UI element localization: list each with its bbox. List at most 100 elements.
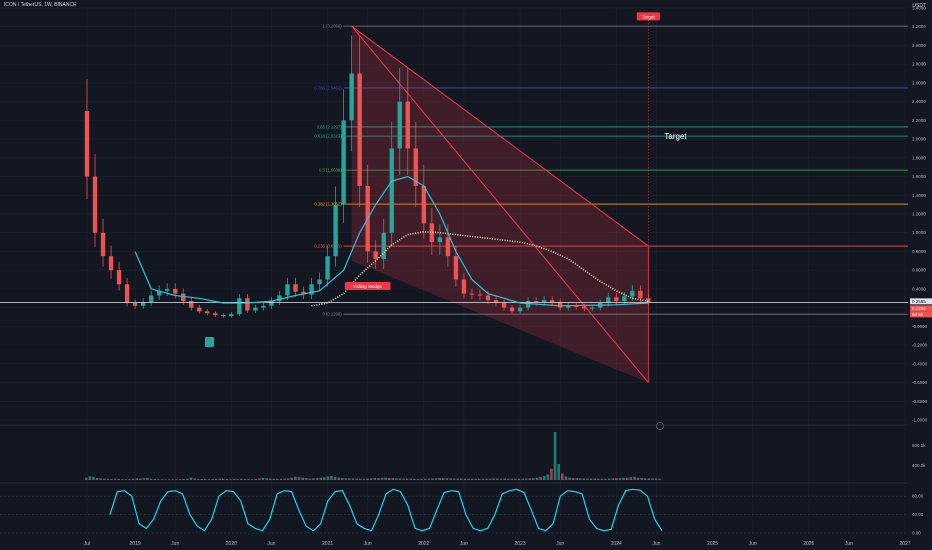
volume-bar <box>651 478 654 480</box>
volume-bar <box>157 479 160 480</box>
candle-body <box>405 101 410 149</box>
volume-bar <box>633 476 636 480</box>
volume-bar <box>283 478 286 480</box>
candle-body <box>461 279 467 294</box>
candle-body <box>92 176 98 233</box>
volume-bar <box>218 478 221 480</box>
fib-label: 0 (0.1298) <box>323 312 343 317</box>
volume-bar <box>532 478 535 480</box>
volume-bar <box>240 478 243 480</box>
volume-bar <box>402 478 405 480</box>
volume-bar <box>510 478 514 480</box>
volume-bar <box>229 479 232 480</box>
volume-bars: 800.0k 400.0k <box>85 432 926 480</box>
candle-body <box>205 311 210 314</box>
time-axis[interactable]: Jul 2019 Jun 2020 Jun 2021 Jun 2022 Jun 2023 Jun 20… <box>84 541 911 547</box>
volume-bar <box>207 479 211 480</box>
candle-body <box>590 307 595 309</box>
price-tick-label: 0.8000 <box>912 249 926 254</box>
volume-bar <box>380 477 384 480</box>
time-tick-label: Jun <box>749 541 757 547</box>
time-tick-label: Jun <box>845 541 853 547</box>
candle-body <box>501 302 507 308</box>
price-tick-label: 1.8000 <box>912 155 926 160</box>
volume-bar <box>377 478 380 480</box>
annotation-label: Falling Wedge <box>353 284 382 289</box>
volume-bar <box>542 476 546 480</box>
time-tick-label: 2026 <box>803 541 814 547</box>
candle-body <box>293 284 298 292</box>
volume-bar <box>467 478 470 480</box>
volume-bar <box>182 479 185 480</box>
volume-bar <box>355 478 358 480</box>
volume-bar <box>618 478 622 480</box>
price-tick-label: 0.4000 <box>912 286 926 291</box>
volume-bar <box>481 478 485 480</box>
volume-bar <box>272 478 276 480</box>
volume-bar <box>643 478 647 480</box>
volume-bar <box>564 476 568 480</box>
volume-bar <box>366 478 369 480</box>
volume-bar <box>294 476 297 480</box>
time-tick-label: 2022 <box>418 541 429 547</box>
candle-body <box>341 120 346 205</box>
volume-bar <box>268 478 272 480</box>
price-tick-label: 2.6000 <box>912 80 926 85</box>
rsi-tick-label: 40.00 <box>912 512 924 517</box>
volume-bar <box>384 477 387 480</box>
candle-body <box>445 237 451 257</box>
rsi-tick-label: 0.00 <box>912 531 921 536</box>
price-tick-label: -0.8000 <box>912 399 928 404</box>
volume-bar <box>319 477 322 480</box>
candle-body <box>381 232 386 259</box>
volume-bar <box>492 478 496 480</box>
chart-canvas[interactable]: 1 (3.2066) 0.786 (2.5462) 0.65 (2.1297) 0.6… <box>0 0 932 550</box>
volume-bar <box>474 478 477 480</box>
candle-body <box>477 294 483 296</box>
volume-bar <box>387 478 391 480</box>
volume-bar <box>121 479 124 480</box>
price-tick-label: 1.0000 <box>912 230 926 235</box>
time-tick-label: Jun <box>267 541 275 547</box>
candle-body <box>197 307 202 312</box>
volume-bar <box>485 478 488 480</box>
time-tick-label: 2020 <box>226 541 237 547</box>
volume-bar <box>103 478 106 480</box>
candle-body <box>630 290 635 297</box>
buy-signal-icon <box>205 337 214 347</box>
candle-body <box>349 73 354 121</box>
rsi-line <box>109 488 663 532</box>
candle-body <box>317 279 322 285</box>
fib-label: 0.236 (0.8575) <box>314 244 342 249</box>
price-tick-label: 3.0000 <box>912 43 926 48</box>
volume-bar <box>445 478 449 480</box>
fib-label: 1 (3.2066) <box>323 24 343 29</box>
candle-body <box>333 204 338 257</box>
rsi-panel: 80.00 40.00 0.00 <box>0 488 924 536</box>
volume-bar <box>431 478 434 480</box>
time-tick-label: 2025 <box>707 541 718 547</box>
volume-bar <box>326 476 330 480</box>
volume-bar <box>92 476 95 480</box>
volume-bar <box>222 478 225 480</box>
price-axis[interactable]: 3.4000 3.2000 3.0000 2.8000 2.6000 2.4000 2.20… <box>910 6 932 423</box>
candle-body <box>285 284 290 296</box>
price-tick-label: 0.6000 <box>912 268 926 273</box>
volume-bar <box>413 478 416 480</box>
fib-label: 0.382 (1.3062) <box>314 202 342 207</box>
volume-bar <box>304 478 308 480</box>
volume-bar <box>211 479 214 480</box>
volume-bar <box>362 478 366 480</box>
volume-bar <box>488 478 492 480</box>
volume-bar <box>261 477 265 480</box>
candle-body <box>582 306 587 309</box>
volume-bar <box>449 478 452 480</box>
event-icon <box>656 422 664 430</box>
volume-bar <box>442 478 445 480</box>
volume-bar <box>423 478 427 480</box>
volume-bar <box>323 477 326 480</box>
candle-body <box>469 293 475 295</box>
volume-bar <box>341 478 344 480</box>
candle-body <box>437 237 443 243</box>
volume-bar <box>586 478 589 480</box>
